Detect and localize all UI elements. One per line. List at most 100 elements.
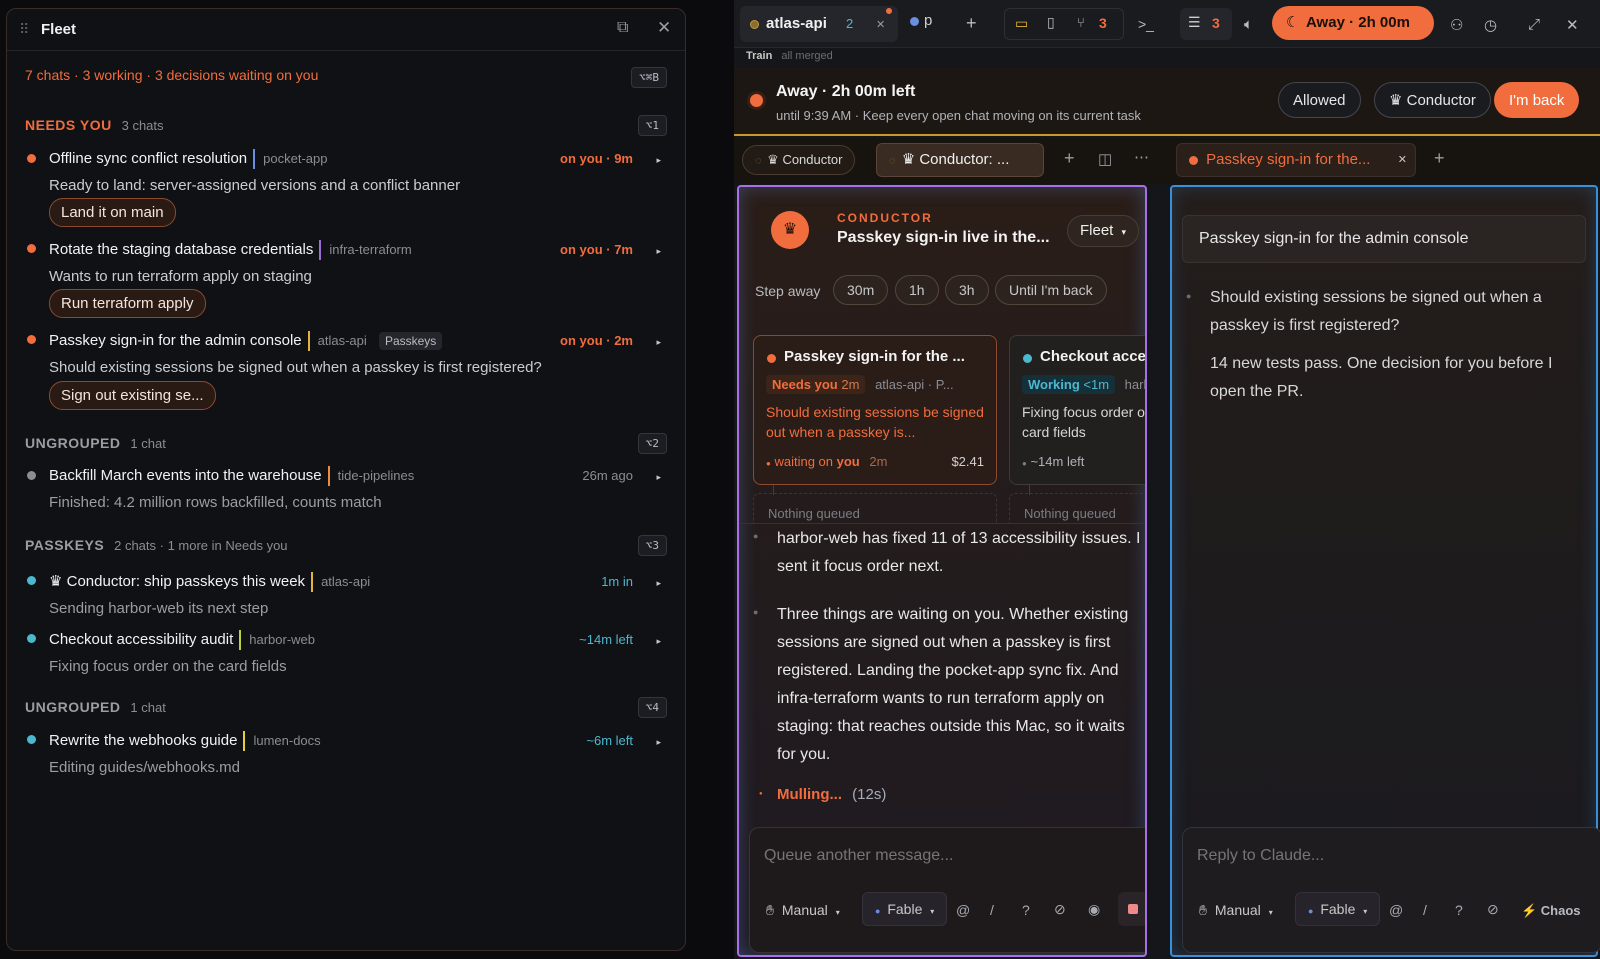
branch-icon[interactable]: ⑂ (1077, 15, 1085, 30)
reply-input[interactable] (1197, 844, 1577, 868)
mulling-dot: ● (759, 791, 763, 797)
item-title: Rewrite the webhooks guide (49, 731, 238, 749)
fleet-panel: ⠿ Fleet ⧉ ✕ 7 chats · 3 working · 3 deci… (6, 8, 686, 951)
item-status: on you · 7m (560, 242, 633, 257)
passkey-question: Should existing sessions be signed out w… (1210, 289, 1542, 334)
chevron-down-icon: ▾ (835, 908, 840, 917)
user-icon[interactable]: ⚇ (1450, 16, 1463, 34)
stop-button[interactable] (1118, 892, 1145, 926)
mode-selector[interactable]: ✋︎ Manual ▾ (1199, 902, 1273, 919)
drag-handle-icon[interactable]: ⠿ (19, 21, 29, 38)
close-tab-icon[interactable]: ✕ (876, 18, 885, 31)
view-switcher: ▭ ▯ ⑂ 3 (1004, 8, 1124, 40)
chip-30m[interactable]: 30m (833, 275, 889, 305)
chat-card-passkey[interactable]: Passkey sign-in for the ... Needs you 2m… (753, 335, 997, 485)
queue-stub: Nothing queued (1009, 493, 1145, 523)
expand-icon[interactable]: ▸ (656, 337, 661, 348)
status-dot (27, 244, 36, 253)
speaker-icon[interactable]: 🔈︎ (1244, 16, 1253, 33)
fleet-dropdown[interactable]: Fleet ▾ (1067, 215, 1140, 247)
popout-icon[interactable]: ⧉ (617, 19, 628, 37)
item-status: 1m in (601, 574, 633, 589)
mention-icon[interactable]: @ (956, 902, 970, 918)
away-button[interactable]: ☾ Away · 2h 00m (1272, 6, 1434, 40)
conductor-composer: ✋︎ Manual ▾ ● Fable ▾ @ / ? ⊘ ◉ (749, 827, 1145, 953)
terminal-icon[interactable]: >_ (1138, 16, 1154, 32)
expand-icon[interactable]: ▸ (656, 246, 661, 257)
help-icon[interactable]: ? (1022, 902, 1030, 918)
expand-icon[interactable]: ▸ (656, 737, 661, 748)
chaos-toggle[interactable]: ⚡ Chaos (1521, 903, 1581, 919)
waiting-time: 2m (869, 454, 888, 469)
mention-icon[interactable]: @ (1389, 902, 1403, 918)
queue-stub: Nothing queued (753, 493, 997, 523)
tab-p[interactable]: p (910, 12, 932, 30)
card-body: Should existing sessions be signed out w… (766, 404, 984, 440)
slash-icon[interactable]: / (1423, 902, 1427, 918)
expand-icon[interactable]: ▸ (656, 155, 661, 166)
land-it-button[interactable]: Land it on main (49, 198, 176, 227)
close-window-icon[interactable]: ✕ (1566, 16, 1579, 34)
queue-message-input[interactable] (764, 844, 1134, 868)
chip-1h[interactable]: 1h (895, 275, 939, 305)
away-status-dot (750, 94, 763, 107)
allowed-button[interactable]: Allowed (1278, 82, 1361, 118)
group-label: UNGROUPED (25, 435, 121, 451)
mulling-time: (12s) (852, 786, 887, 803)
chip-until-back[interactable]: Until I'm back (995, 275, 1107, 305)
group-count: 2 chats · 1 more in Needs you (114, 538, 288, 553)
add-tab-icon[interactable]: + (1434, 148, 1445, 169)
queue-connector (1029, 485, 1030, 495)
mode-selector[interactable]: ✋︎ Manual ▾ (766, 902, 840, 919)
expand-icon[interactable]: ⤢ (1528, 16, 1540, 33)
im-back-button[interactable]: I'm back (1494, 82, 1580, 118)
mic-icon[interactable]: ◉ (1088, 901, 1100, 918)
passkey-pane: Passkey sign-in for the admin console ● … (1170, 185, 1600, 957)
badge-time: <1m (1083, 377, 1110, 392)
group-count: 1 chat (130, 436, 166, 451)
tab-atlas-api[interactable]: atlas-api 2 ✕ (740, 6, 898, 42)
tab-conductor-active[interactable]: ◌ ♛ Conductor: ... (876, 143, 1044, 177)
conductor-button[interactable]: ♛ Conductor (1374, 82, 1491, 118)
new-tab-icon[interactable]: + (966, 13, 977, 34)
tab-label: Passkey sign-in for the... (1206, 151, 1371, 168)
item-repo: infra-terraform (329, 241, 412, 257)
expand-icon[interactable]: ▸ (656, 578, 661, 589)
queue-label: Nothing queued (768, 506, 860, 521)
chat-icon[interactable]: ▭ (1015, 15, 1028, 32)
list-button[interactable]: ☰ 3 (1180, 8, 1232, 40)
sign-out-sessions-button[interactable]: Sign out existing se... (49, 381, 216, 410)
add-pane-icon[interactable]: + (1064, 148, 1075, 169)
expand-icon[interactable]: ▸ (656, 472, 661, 483)
message-dot: ● (753, 531, 759, 541)
tab-conductor[interactable]: ◌ ♛ Conductor (742, 145, 856, 175)
item-title: Offline sync conflict resolution (49, 149, 248, 167)
attach-icon[interactable]: ⊘ (1487, 901, 1499, 918)
slash-icon[interactable]: / (990, 902, 994, 918)
split-view-icon[interactable]: ◫ (1098, 150, 1112, 168)
chip-3h[interactable]: 3h (945, 275, 989, 305)
model-selector[interactable]: ● Fable ▾ (1295, 892, 1381, 926)
pane-tabs-row: ◌ ♛ Conductor ◌ ♛ Conductor: ... + ◫ ⋯ P… (734, 138, 1600, 184)
more-icon[interactable]: ⋯ (1134, 148, 1149, 166)
close-tab-icon[interactable]: ✕ (1398, 144, 1407, 176)
group-shortcut: ⌥3 (637, 535, 667, 556)
expand-icon[interactable]: ▸ (656, 636, 661, 647)
train-strip: Train all merged (746, 50, 833, 62)
message-dot: ● (1186, 291, 1192, 301)
model-selector[interactable]: ● Fable ▾ (862, 892, 948, 926)
conductor-avatar: ♛ (771, 211, 809, 249)
close-icon[interactable]: ✕ (657, 18, 671, 38)
attach-icon[interactable]: ⊘ (1054, 901, 1066, 918)
help-icon[interactable]: ? (1455, 902, 1463, 918)
model-dot: ● (875, 906, 881, 916)
item-desc: Ready to land: server-assigned versions … (49, 177, 461, 194)
spinner-icon: ◌ (755, 155, 762, 167)
file-icon[interactable]: ▯ (1047, 14, 1055, 31)
chat-card-checkout[interactable]: Checkout acces Working <1m harb Fixing f… (1009, 335, 1145, 485)
tab-passkey[interactable]: Passkey sign-in for the... ✕ (1176, 143, 1416, 177)
history-icon[interactable]: ◷ (1484, 16, 1497, 34)
run-terraform-button[interactable]: Run terraform apply (49, 289, 206, 318)
tab-label: ♛ Conductor (767, 152, 843, 167)
stop-icon (1128, 904, 1138, 914)
